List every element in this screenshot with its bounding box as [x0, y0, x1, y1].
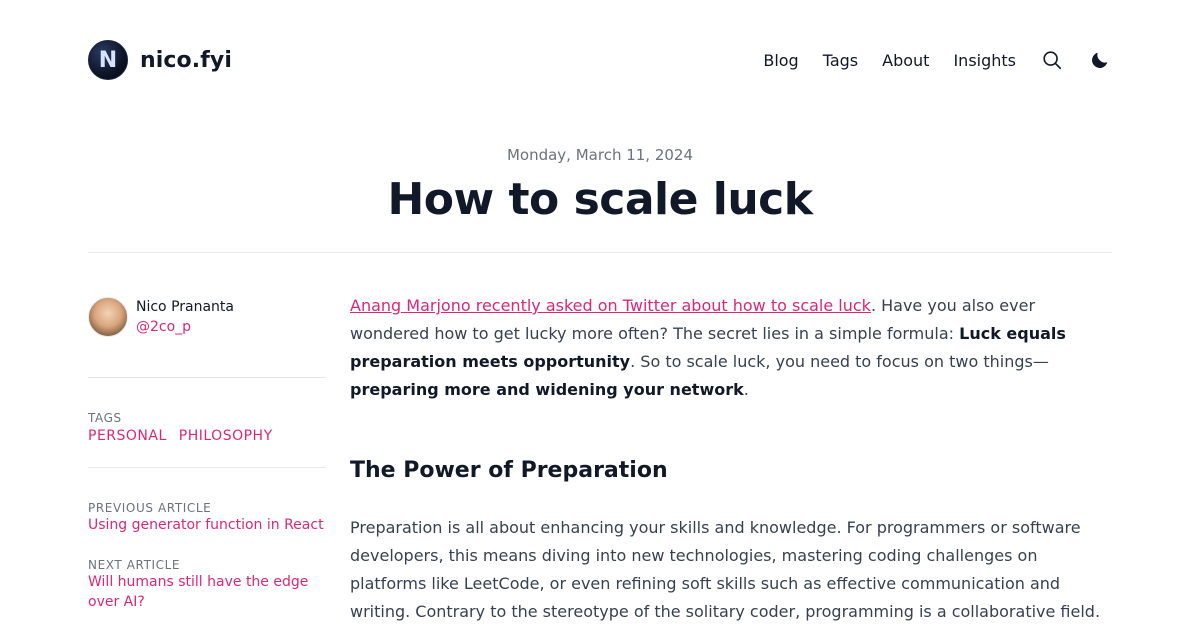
- previous-article-label: Previous Article: [88, 501, 212, 515]
- previous-article: Previous Article Using generator functio…: [88, 501, 326, 535]
- sidebar-divider: [88, 377, 326, 378]
- sidebar-divider: [88, 467, 326, 468]
- intro-text: .: [743, 380, 749, 399]
- previous-article-link[interactable]: Using generator function in React: [88, 515, 326, 535]
- post-title: How to scale luck: [387, 174, 813, 225]
- intro-link[interactable]: Anang Marjono recently asked on Twitter …: [350, 296, 871, 315]
- author-card: Nico Prananta @2co_p: [88, 297, 326, 337]
- sidebar: Nico Prananta @2co_p Tags personal philo…: [88, 297, 326, 612]
- intro-paragraph: Anang Marjono recently asked on Twitter …: [350, 292, 1112, 404]
- site-header: N nico.fyi Blog Tags About Insights: [88, 40, 1112, 80]
- nav-blog[interactable]: Blog: [763, 51, 798, 70]
- main-nav: Blog Tags About Insights: [763, 40, 1112, 80]
- nav-insights[interactable]: Insights: [953, 51, 1016, 70]
- body-paragraph: Preparation is all about enhancing your …: [350, 518, 1101, 621]
- nav-about[interactable]: About: [882, 51, 929, 70]
- tag-personal[interactable]: personal: [88, 428, 167, 444]
- site-name[interactable]: nico.fyi: [140, 48, 232, 73]
- intro-text: . So to scale luck, you need to focus on…: [630, 352, 1049, 371]
- site-logo[interactable]: N: [88, 40, 128, 80]
- avatar: [88, 297, 128, 337]
- moon-icon[interactable]: [1088, 48, 1112, 72]
- tags-section: Tags personal philosophy: [88, 411, 326, 444]
- next-article: Next Article Will humans still have the …: [88, 558, 326, 612]
- intro-emphasis: preparing more and widening your network: [350, 380, 744, 399]
- author-handle-link[interactable]: @2co_p: [136, 317, 234, 337]
- search-icon[interactable]: [1040, 48, 1064, 72]
- section-heading: The Power of Preparation: [350, 458, 668, 483]
- article-body: Anang Marjono recently asked on Twitter …: [350, 292, 1112, 630]
- next-article-link[interactable]: Will humans still have the edge over AI?: [88, 572, 326, 612]
- nav-tags[interactable]: Tags: [823, 51, 858, 70]
- divider: [88, 252, 1112, 253]
- brand[interactable]: N nico.fyi: [88, 40, 232, 80]
- next-article-label: Next Article: [88, 558, 181, 572]
- tag-philosophy[interactable]: philosophy: [179, 428, 273, 444]
- post-date: Monday, March 11, 2024: [506, 146, 694, 164]
- tags-label: Tags: [88, 411, 122, 425]
- author-name: Nico Prananta: [136, 299, 234, 315]
